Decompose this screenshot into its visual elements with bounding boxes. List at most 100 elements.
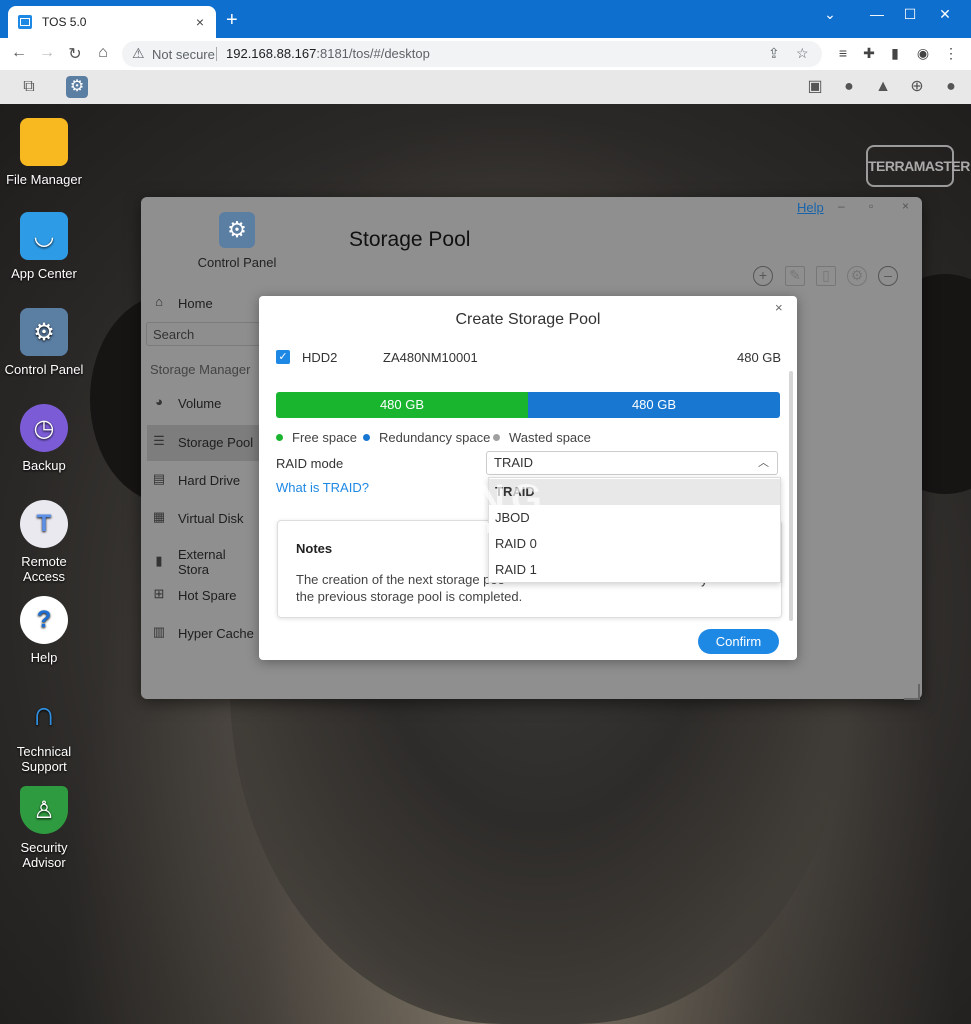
what-is-traid-link[interactable]: What is TRAID? <box>276 480 369 495</box>
help-link[interactable]: Help <box>797 200 824 215</box>
desktop-icon-remote-access[interactable]: T Remote Access <box>1 500 87 584</box>
chevron-up-icon: ︿ <box>758 457 769 469</box>
control-panel-gear-icon: ⚙ <box>219 212 255 248</box>
settings-icon[interactable]: ⚙ <box>847 266 867 286</box>
sidebar-item-label: Hot Spare <box>178 587 237 603</box>
bookmark-star-icon[interactable]: ☆ <box>796 45 809 62</box>
notes-line-1: The creation of the next storage poo <box>296 572 505 587</box>
headset-icon: ∩ <box>31 694 57 733</box>
legend-dot <box>493 434 500 441</box>
raid-option-raid1[interactable]: RAID 1 <box>489 557 780 583</box>
dialog-close-icon[interactable]: × <box>775 300 783 315</box>
home-icon[interactable]: ⌂ <box>92 44 114 62</box>
desktop-icon-security-advisor[interactable]: ♙ Security Advisor <box>1 786 87 870</box>
desktop-icon-label: Control Panel <box>4 362 84 377</box>
reading-list-icon[interactable]: ≡ <box>832 45 854 61</box>
tab-title: TOS 5.0 <box>42 15 87 29</box>
side-panel-icon[interactable]: ▮ <box>884 45 906 62</box>
sidebar-item-home[interactable]: ⌂ Home <box>150 294 260 312</box>
url-text[interactable]: 192.168.88.167:8181/tos/#/desktop <box>226 46 430 61</box>
desktop-icon-label: App Center <box>11 266 77 281</box>
cloud-icon: T <box>20 500 68 548</box>
desktop-icon-backup[interactable]: ◷ Backup <box>1 404 87 473</box>
disk-checkbox[interactable]: ✓ <box>276 350 290 364</box>
redundancy-space-bar: 480 GB <box>528 392 780 418</box>
bell-icon[interactable]: ▲ <box>872 76 894 98</box>
notes-line-2: the previous storage pool is completed. <box>296 589 523 604</box>
sidebar-item-external-storage[interactable]: ▮ External Stora <box>150 547 260 577</box>
sidebar-item-hot-spare[interactable]: ⊞ Hot Spare <box>150 586 260 604</box>
clock-icon: ◷ <box>20 404 68 452</box>
search-input[interactable]: Search <box>146 322 260 346</box>
sidebar-item-label: Hyper Cache <box>178 625 254 641</box>
control-panel-app-label: Control Panel <box>197 255 277 270</box>
user-icon[interactable]: ● <box>940 76 962 98</box>
window-close-button[interactable]: ✕ <box>930 6 960 23</box>
cp-minimize-button[interactable]: – <box>838 199 845 213</box>
question-icon: ? <box>20 596 68 644</box>
desktop-icon-help[interactable]: ? Help <box>1 596 87 665</box>
gear-icon: ⚙ <box>20 308 68 356</box>
new-tab-button[interactable]: + <box>226 9 238 32</box>
window-resize-handle[interactable] <box>904 684 920 700</box>
desktop-icon-app-center[interactable]: ◡ App Center <box>1 212 87 281</box>
disk-name: HDD2 <box>302 350 338 365</box>
cp-maximize-button[interactable]: ▫ <box>869 199 873 213</box>
legend-dot <box>363 434 370 441</box>
sidebar-item-volume[interactable]: ◕ Volume <box>150 394 260 412</box>
browser-menu-icon[interactable]: ⋮ <box>940 45 962 62</box>
extensions-puzzle-icon[interactable]: ✚ <box>858 45 880 62</box>
tab-search-icon[interactable]: ⌄ <box>815 6 845 23</box>
show-desktop-icon[interactable]: ⧉ <box>18 76 40 98</box>
virtual-disk-icon: ▦ <box>152 509 166 524</box>
edit-icon[interactable]: ✎ <box>785 266 805 286</box>
sidebar-item-virtual-disk[interactable]: ▦ Virtual Disk <box>150 509 260 527</box>
browser-tab[interactable]: TOS 5.0 × <box>8 6 216 38</box>
share-icon[interactable]: ⇪ <box>768 45 780 62</box>
desktop-icon-technical-support[interactable]: ∩ Technical Support <box>1 690 87 775</box>
window-minimize-button[interactable]: — <box>862 6 892 22</box>
sidebar-item-label: Virtual Disk <box>178 510 244 526</box>
omnibox[interactable]: ⚠ Not secure 192.168.88.167:8181/tos/#/d… <box>122 41 822 67</box>
watermark-line-2: KNOWS TECH <box>404 520 537 537</box>
sidebar-item-label: Storage Pool <box>178 434 254 450</box>
shield-icon: ♙ <box>20 786 68 834</box>
shopping-bag-icon: ◡ <box>20 212 68 260</box>
confirm-button[interactable]: Confirm <box>698 629 779 654</box>
forward-arrow-icon[interactable]: → <box>36 44 58 62</box>
sidebar-item-label: Hard Drive <box>178 472 241 488</box>
profile-extension-icon[interactable]: ◉ <box>912 45 934 62</box>
dialog-scrollbar[interactable] <box>789 371 793 621</box>
desktop-icon-file-manager[interactable]: File Manager <box>1 118 87 187</box>
sidebar-item-hard-drive[interactable]: ▤ Hard Drive <box>150 471 260 489</box>
warning-icon[interactable]: ⚠ <box>132 45 145 62</box>
raid-mode-select[interactable]: TRAID ︿ <box>486 451 778 475</box>
sidebar-item-storage-pool[interactable]: ☰ Storage Pool <box>150 433 260 451</box>
desktop-icon-label: Remote Access <box>21 554 67 584</box>
chat-icon[interactable]: ● <box>838 76 860 98</box>
monitor-icon[interactable]: ▣ <box>804 76 826 98</box>
delete-icon[interactable]: ▯ <box>816 266 836 286</box>
legend-redundancy-space: Redundancy space <box>363 430 490 445</box>
page-title: Storage Pool <box>349 228 471 251</box>
tab-close-icon[interactable]: × <box>192 14 208 30</box>
back-arrow-icon[interactable]: ← <box>8 44 30 62</box>
legend-label: Redundancy space <box>379 430 491 445</box>
disk-serial: ZA480NM10001 <box>383 350 478 365</box>
window-maximize-button[interactable]: ☐ <box>895 6 925 23</box>
taskbar-control-panel-icon[interactable]: ⚙ <box>66 76 88 98</box>
add-icon[interactable]: + <box>753 266 773 286</box>
globe-icon[interactable]: ⊕ <box>906 76 928 98</box>
reload-icon[interactable]: ↻ <box>64 44 86 64</box>
cp-close-button[interactable]: × <box>902 199 909 213</box>
sidebar-section-title: Storage Manager <box>150 362 251 377</box>
desktop-icon-label-line1: Technical <box>16 744 72 759</box>
volume-icon: ◕ <box>155 394 163 409</box>
database-icon: ☰ <box>153 433 165 448</box>
desktop-icon-control-panel[interactable]: ⚙ Control Panel <box>1 308 87 377</box>
legend-label: Wasted space <box>509 430 591 445</box>
sidebar-item-hyper-cache[interactable]: ▥ Hyper Cache <box>150 624 260 642</box>
not-secure-label[interactable]: Not secure <box>152 47 215 62</box>
remove-icon[interactable]: – <box>878 266 898 286</box>
disk-size: 480 GB <box>737 350 782 365</box>
